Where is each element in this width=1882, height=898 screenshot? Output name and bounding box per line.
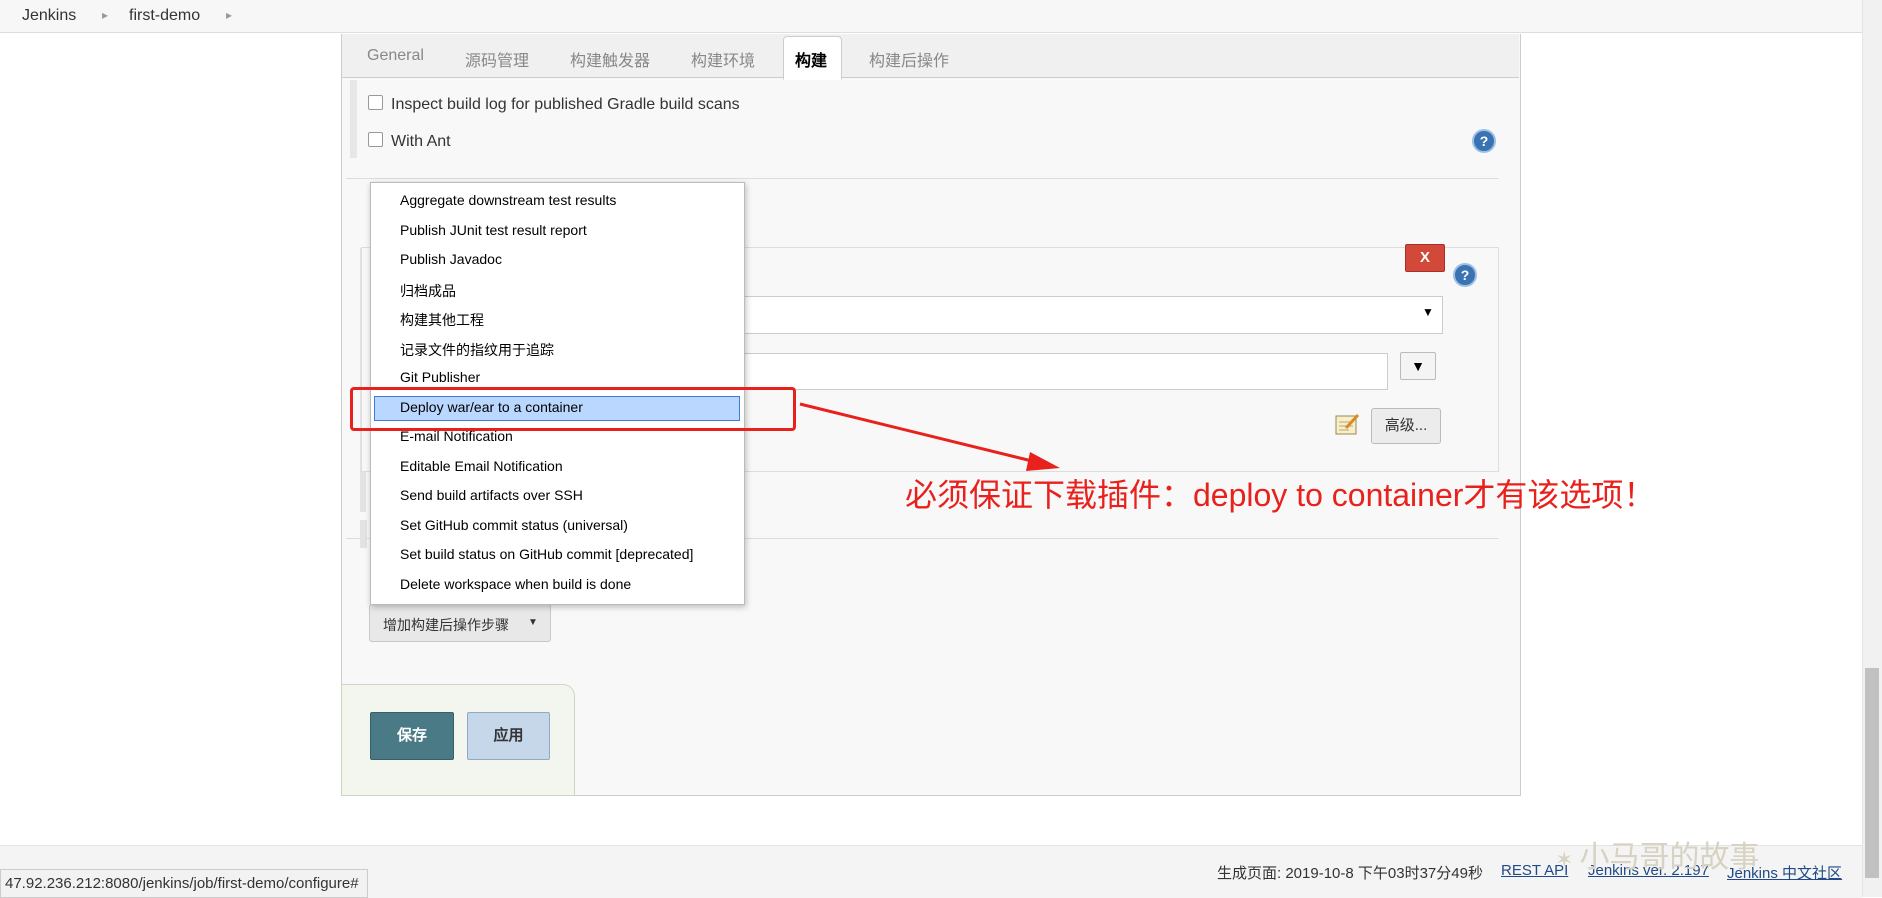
caret-down-icon: ▼: [528, 617, 538, 628]
gradle-scan-checkbox[interactable]: [368, 95, 383, 110]
help-icon[interactable]: ?: [1472, 129, 1496, 153]
save-button[interactable]: 保存: [370, 712, 454, 760]
add-post-build-step-label: 增加构建后操作步骤: [383, 617, 509, 633]
menu-item[interactable]: Git Publisher: [400, 369, 480, 385]
chevron-right-icon: ▸: [102, 8, 109, 22]
step-text-field[interactable]: [735, 353, 1388, 390]
delete-step-button[interactable]: X: [1405, 244, 1445, 272]
scrollbar-thumb[interactable]: [1865, 668, 1879, 878]
text-field-dropdown-button[interactable]: ▼: [1400, 352, 1436, 380]
tab-build-triggers[interactable]: 构建触发器: [570, 47, 650, 71]
annotation-arrow-icon: [799, 402, 1060, 471]
tab-build-env[interactable]: 构建环境: [691, 47, 755, 71]
menu-item[interactable]: Delete workspace when build is done: [400, 576, 631, 592]
tab-scm[interactable]: 源码管理: [465, 47, 529, 71]
generated-time: 生成页面: 2019-10-8 下午03时37分49秒: [1217, 865, 1483, 882]
gradle-scan-label: Inspect build log for published Gradle b…: [391, 96, 740, 113]
menu-item[interactable]: Publish Javadoc: [400, 251, 502, 267]
notepad-icon: [1335, 413, 1360, 435]
breadcrumb-jenkins[interactable]: Jenkins: [22, 7, 76, 25]
help-icon[interactable]: ?: [1453, 263, 1477, 287]
chevron-right-icon[interactable]: ▸: [226, 8, 232, 22]
menu-item[interactable]: Set build status on GitHub commit [depre…: [400, 546, 693, 562]
annotation-highlight-box: [350, 387, 796, 431]
with-ant-checkbox[interactable]: [368, 132, 383, 147]
menu-item[interactable]: 构建其他工程: [400, 310, 484, 330]
breadcrumb: [0, 0, 1882, 33]
annotation-text: 必须保证下载插件：deploy to container才有该选项！: [905, 477, 1656, 513]
section-indent-bar: [350, 80, 357, 158]
tab-post-build[interactable]: 构建后操作: [869, 47, 949, 71]
menu-item[interactable]: 记录文件的指纹用于追踪: [400, 340, 554, 360]
tab-build[interactable]: 构建: [795, 47, 827, 71]
tab-general[interactable]: General: [367, 47, 424, 65]
menu-item[interactable]: Publish JUnit test result report: [400, 222, 587, 238]
add-post-build-step-button[interactable]: 增加构建后操作步骤 ▼: [369, 604, 551, 642]
breadcrumb-first-demo[interactable]: first-demo: [129, 7, 200, 25]
menu-item[interactable]: Set GitHub commit status (universal): [400, 517, 628, 533]
apply-button[interactable]: 应用: [467, 712, 550, 760]
with-ant-label: With Ant: [391, 133, 451, 150]
menu-item[interactable]: Editable Email Notification: [400, 458, 563, 474]
menu-item[interactable]: Aggregate downstream test results: [400, 192, 616, 208]
section-indent-bar: [360, 520, 367, 548]
section-divider: [346, 178, 1499, 179]
menu-item[interactable]: Send build artifacts over SSH: [400, 487, 583, 503]
menu-item[interactable]: 归档成品: [400, 281, 456, 301]
advanced-button[interactable]: 高级...: [1371, 408, 1441, 444]
watermark: ✶ 小马哥的故事: [1555, 840, 1760, 875]
chevron-down-icon: ▼: [1422, 305, 1434, 319]
step-select[interactable]: [735, 296, 1443, 334]
status-bar-url: 47.92.236.212:8080/jenkins/job/first-dem…: [0, 869, 368, 898]
